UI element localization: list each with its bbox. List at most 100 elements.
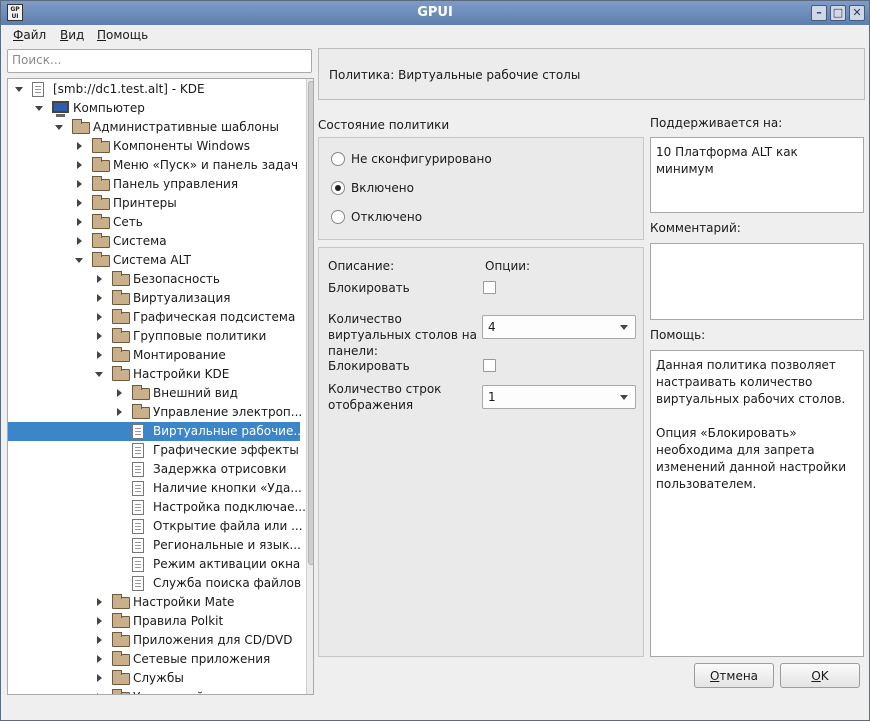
expand-right-icon[interactable] [74, 179, 84, 189]
expand-right-icon[interactable] [94, 312, 104, 322]
folder-icon [92, 252, 110, 267]
title-bar[interactable]: GP UI GPUI – □ ✕ [1, 1, 869, 25]
tree-item[interactable]: Графическая подсистема [8, 308, 300, 327]
tree-item-label: Приложения для CD/DVD [133, 633, 293, 647]
tree-scrollbar[interactable] [306, 79, 313, 694]
tree-item[interactable]: Безопасность [8, 270, 300, 289]
menu-view[interactable]: Вид [60, 28, 84, 42]
desktops-count-value: 4 [488, 320, 496, 334]
expand-right-icon[interactable] [94, 597, 104, 607]
folder-icon [112, 594, 130, 609]
expand-right-icon[interactable] [74, 236, 84, 246]
close-button[interactable]: ✕ [849, 5, 865, 21]
tree-item[interactable]: Настройка подключае... [8, 498, 306, 517]
expand-right-icon[interactable] [114, 407, 124, 417]
tree-item[interactable]: Принтеры [8, 194, 300, 213]
tree-item[interactable]: Меню «Пуск» и панель задач [8, 156, 300, 175]
tree-item[interactable]: Сетевые приложения [8, 650, 300, 669]
ok-button[interactable]: OK [780, 663, 860, 688]
tree-item[interactable]: Компоненты Windows [8, 137, 300, 156]
minimize-button[interactable]: – [811, 5, 827, 21]
expand-down-icon[interactable] [54, 122, 64, 132]
expand-right-icon[interactable] [94, 293, 104, 303]
tree-item[interactable]: Режим активации окна [8, 555, 300, 574]
options-header: Опции: [485, 259, 531, 273]
lock-checkbox-1[interactable] [483, 281, 496, 294]
tree-item-label: Групповые политики [133, 329, 267, 343]
expand-right-icon[interactable] [94, 274, 104, 284]
tree-item[interactable]: Наличие кнопки «Уда... [8, 479, 302, 498]
expand-right-icon[interactable] [94, 331, 104, 341]
expand-down-icon[interactable] [74, 255, 84, 265]
expand-down-icon[interactable] [94, 369, 104, 379]
expand-right-icon[interactable] [114, 388, 124, 398]
policy-tree[interactable]: [smb://dc1.test.alt] - KDE Компьютер Админ… [7, 78, 314, 695]
menu-help-mnemonic: П [97, 28, 107, 42]
tree-item[interactable]: Сеть [8, 213, 300, 232]
search-input[interactable]: Поиск... [7, 49, 312, 73]
tree-item[interactable]: Управление электроп... [8, 403, 302, 422]
menu-view-mnemonic: В [60, 28, 69, 42]
tree-item[interactable]: Приложения для CD/DVD [8, 631, 300, 650]
expand-right-icon[interactable] [94, 350, 104, 360]
cancel-button[interactable]: Отмена [694, 663, 774, 688]
tree-item[interactable]: Удаленный доступ через... [8, 688, 303, 694]
tree-item-label: Компьютер [73, 101, 145, 115]
expand-right-icon[interactable] [74, 160, 84, 170]
expand-right-icon[interactable] [94, 616, 104, 626]
tree-item[interactable]: Система ALT [8, 251, 300, 270]
expand-down-icon[interactable] [14, 84, 24, 94]
tree-item[interactable]: Настройки KDE [8, 365, 300, 384]
expand-right-icon[interactable] [74, 217, 84, 227]
tree-item[interactable]: Задержка отрисовки [8, 460, 300, 479]
tree-item[interactable]: Виртуализация [8, 289, 300, 308]
tree-horizontal-scrollbar[interactable] [7, 695, 314, 707]
comment-field[interactable] [650, 243, 864, 320]
radio-enabled-indicator[interactable] [331, 181, 345, 195]
folder-icon [112, 271, 130, 286]
expand-right-icon[interactable] [94, 673, 104, 683]
radio-disabled-label: Отключено [351, 210, 423, 224]
expand-right-icon[interactable] [74, 198, 84, 208]
tree-item[interactable]: Групповые политики [8, 327, 300, 346]
supported-on-field[interactable]: 10 Платформа ALT как минимум [650, 137, 864, 213]
tree-scroll-thumb[interactable] [308, 81, 313, 565]
expand-right-icon[interactable] [94, 635, 104, 645]
tree-item-label: Система [113, 234, 167, 248]
help-field[interactable]: Данная политика позволяет настраивать ко… [650, 350, 864, 657]
expand-right-icon[interactable] [94, 654, 104, 664]
tree-item[interactable]: Монтирование [8, 346, 300, 365]
expand-right-icon[interactable] [74, 141, 84, 151]
tree-item[interactable]: Панель управления [8, 175, 300, 194]
menu-help[interactable]: Помощь [97, 28, 148, 42]
folder-icon [112, 309, 130, 324]
tree-item[interactable]: Графические эффекты [8, 441, 300, 460]
maximize-button[interactable]: □ [830, 5, 846, 21]
desktops-count-select[interactable]: 4 [482, 315, 636, 339]
radio-not-configured-indicator[interactable] [331, 152, 345, 166]
tree-item[interactable]: Региональные и язык... [8, 536, 301, 555]
tree-item[interactable]: Система [8, 232, 300, 251]
gpui-window: GP UI GPUI – □ ✕ Файл Вид Помощь Поиск..… [0, 0, 870, 721]
tree-item[interactable]: Службы [8, 669, 300, 688]
menu-file[interactable]: Файл [13, 28, 46, 42]
tree-item[interactable]: Внешний вид [8, 384, 300, 403]
policy-state-title: Состояние политики [318, 118, 450, 132]
rows-count-select[interactable]: 1 [482, 385, 636, 409]
policy-header: Политика: Виртуальные рабочие столы [318, 48, 865, 100]
tree-item-label: Сетевые приложения [133, 652, 271, 666]
radio-disabled-indicator[interactable] [331, 210, 345, 224]
tree-item[interactable]: Настройки Mate [8, 593, 300, 612]
tree-item[interactable]: Компьютер [8, 99, 300, 118]
lock-checkbox-2[interactable] [483, 359, 496, 372]
tree-item[interactable]: Административные шаблоны [8, 118, 300, 137]
tree-item[interactable]: Виртуальные рабочие... [8, 422, 305, 441]
folder-icon [72, 119, 90, 134]
policy-title: Политика: Виртуальные рабочие столы [329, 68, 581, 82]
tree-item[interactable]: Правила Polkit [8, 612, 300, 631]
tree-item[interactable]: Служба поиска файлов [8, 574, 301, 593]
desktops-count-label: Количество виртуальных столов на панели: [328, 312, 477, 358]
tree-item[interactable]: [smb://dc1.test.alt] - KDE [8, 80, 300, 99]
expand-down-icon[interactable] [34, 103, 44, 113]
tree-item[interactable]: Открытие файла или ... [8, 517, 303, 536]
